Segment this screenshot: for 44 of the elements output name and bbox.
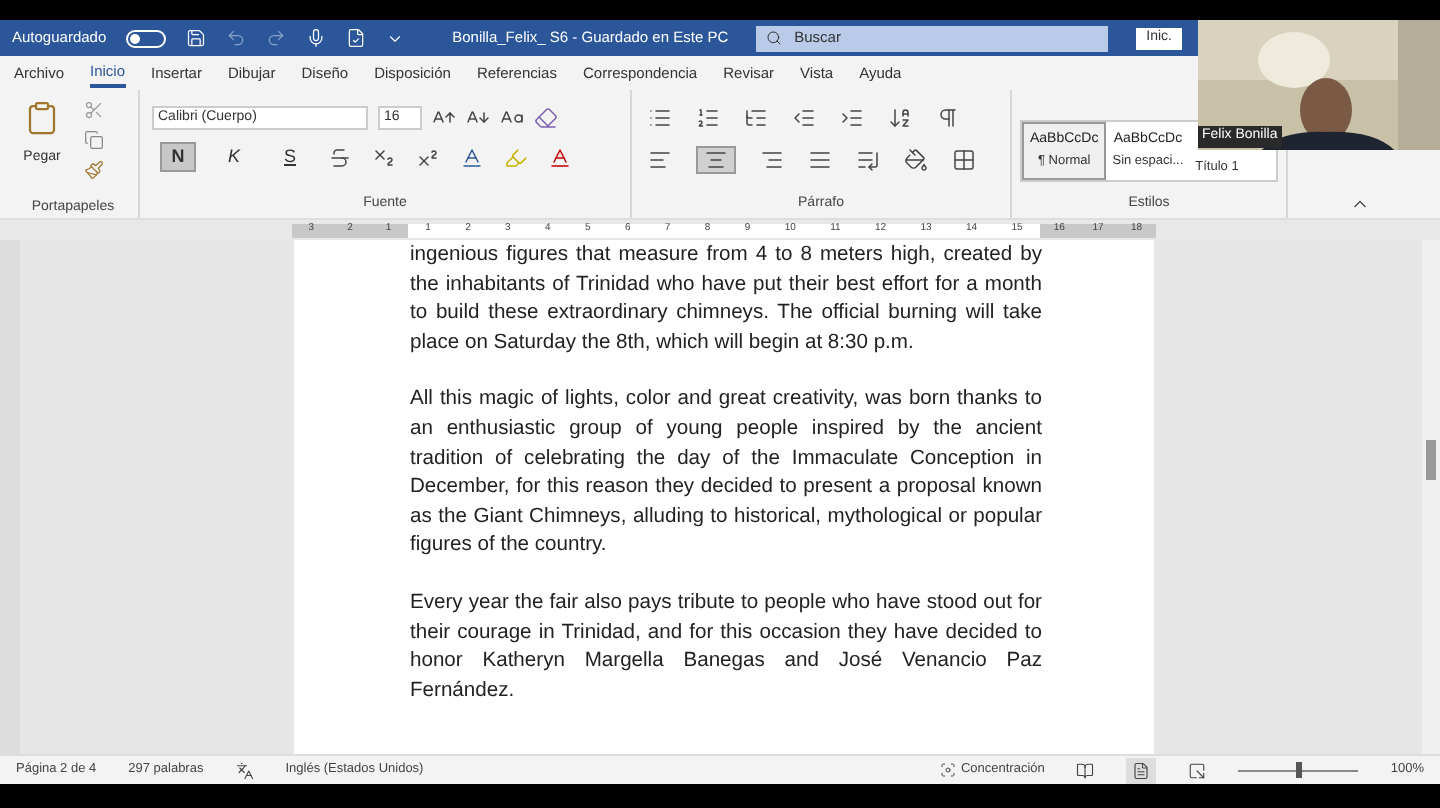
print-layout-icon[interactable] — [1132, 761, 1151, 779]
vertical-scrollbar[interactable] — [1422, 240, 1440, 754]
autosave-toggle[interactable] — [126, 29, 167, 47]
zoom-slider[interactable] — [1238, 762, 1359, 778]
clipboard-icon — [24, 100, 60, 136]
bold-button[interactable]: N — [160, 142, 196, 172]
copy-icon[interactable] — [84, 130, 104, 150]
superscript-icon[interactable] — [416, 145, 440, 169]
shading-icon[interactable] — [904, 148, 928, 172]
underline-button[interactable]: S — [272, 142, 308, 172]
line-spacing-icon[interactable] — [856, 148, 880, 172]
web-layout-icon[interactable] — [1188, 761, 1207, 779]
cut-icon[interactable] — [84, 100, 104, 120]
numbering-icon[interactable] — [696, 106, 720, 130]
document-icon[interactable] — [346, 28, 367, 48]
paragraph: Every year the fair also pays tribute to people who have stood out for their courage in Trinidad, and for this occasion they have decided to honor Katheryn Margella Banegas and José Venancio Paz Fernández. — [410, 589, 1042, 706]
align-right-icon[interactable] — [760, 148, 784, 172]
align-left-icon[interactable] — [648, 148, 672, 172]
italic-button[interactable]: K — [216, 142, 252, 172]
undo-icon[interactable] — [226, 28, 247, 48]
strikethrough-icon[interactable] — [328, 145, 352, 169]
borders-icon[interactable] — [952, 148, 976, 172]
text-effects-icon[interactable] — [460, 145, 484, 169]
redo-icon[interactable] — [266, 28, 287, 48]
save-icon[interactable] — [186, 28, 207, 48]
align-center-icon[interactable] — [704, 148, 728, 172]
format-painter-icon[interactable] — [84, 160, 104, 180]
clear-format-icon[interactable] — [534, 106, 558, 130]
subscript-icon[interactable] — [372, 145, 396, 169]
decrease-indent-icon[interactable] — [792, 106, 816, 130]
search-icon — [766, 30, 783, 46]
zoom-slider-thumb[interactable] — [1295, 762, 1302, 778]
paragraph: All this magic of lights, color and great creativity, was born thanks to an enthusiastic group of young people inspired by the ancient tradition of celebrating the day of the Immaculate Conception in December, for this reason they decided to present a proposal known as the Giant Chimneys, alluding to historical, mythological or popular figures of the country. — [410, 386, 1042, 561]
justify-icon[interactable] — [808, 148, 832, 172]
proofing-icon[interactable] — [235, 761, 254, 779]
sort-icon[interactable] — [888, 106, 912, 130]
font-color-icon[interactable] — [548, 145, 572, 169]
pilcrow-icon[interactable] — [936, 106, 960, 130]
microphone-icon[interactable] — [306, 28, 327, 48]
read-mode-icon[interactable] — [1076, 761, 1095, 779]
multilevel-list-icon[interactable] — [744, 106, 768, 130]
paragraph: ingenious figures that measure from 4 to 8 meters high, created by the inhabitants of Trinidad who have put their best effort for a month to build these extraordinary chimneys. The official burning will take place on Saturday the 8th, which will begin at 8:30 p.m. — [410, 242, 1042, 358]
increase-indent-icon[interactable] — [840, 106, 864, 130]
focus-icon — [940, 762, 957, 778]
